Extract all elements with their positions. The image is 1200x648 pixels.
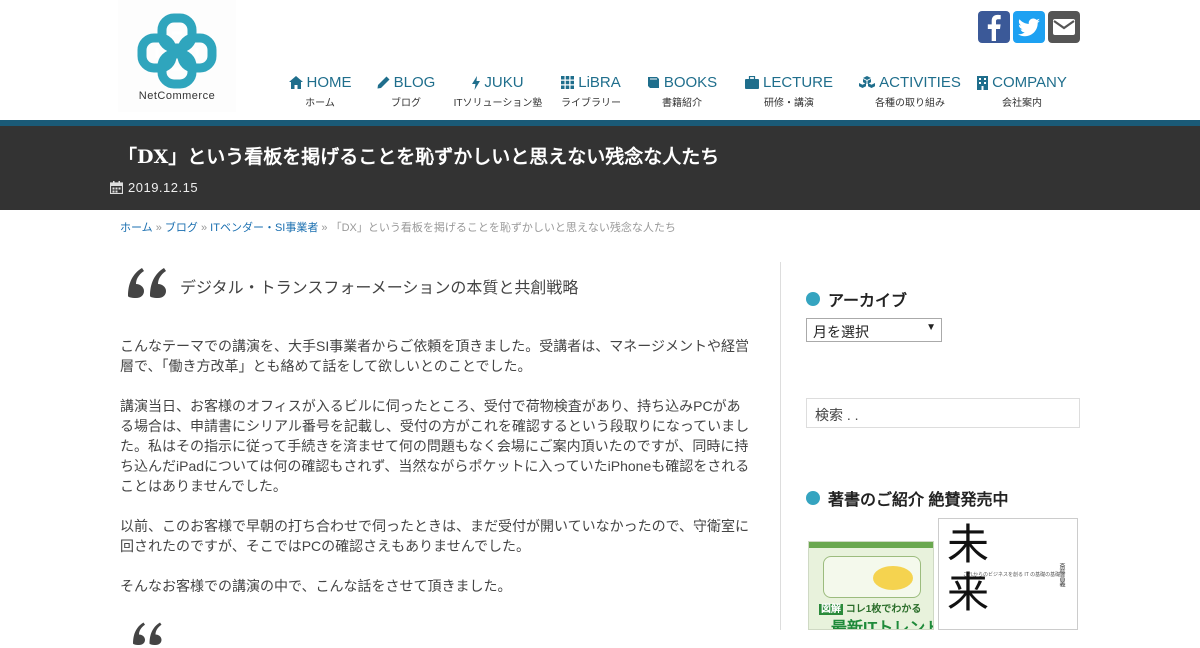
nav-label-blog: BLOG (393, 74, 436, 91)
breadcrumb-sep: » (321, 222, 328, 234)
bolt-icon (472, 75, 481, 90)
article-paragraph: 以前、このお客様で早朝の打ち合わせで伺ったときは、まだ受付が開いていなかったので… (120, 518, 750, 554)
archive-title: アーカイブ (828, 293, 908, 310)
nav-label-activities: ACTIVITIES (879, 74, 961, 91)
briefcase-icon (744, 76, 759, 89)
nav-sub-blog: ブログ (391, 98, 421, 109)
nav-label-juku: JUKU (484, 74, 524, 91)
archive-heading: アーカイブ (806, 287, 907, 311)
bullet-dot-icon (806, 292, 820, 306)
twitter-icon[interactable] (1013, 11, 1045, 43)
cubes-icon (859, 76, 876, 88)
nav-item-books[interactable]: BOOKS 書籍紹介 (634, 60, 730, 116)
dropdown-arrow-icon: ▼ (926, 322, 936, 333)
nav-item-home[interactable]: HOME ホーム (276, 60, 364, 116)
pencil-icon (377, 76, 390, 89)
home-icon (288, 76, 303, 89)
archive-select-value: 月を選択 (813, 324, 869, 340)
post-date: 2019.12.15 (110, 180, 198, 195)
books-heading: 著書のご紹介 絶賛発売中 (806, 486, 1008, 510)
nav-sub-juku: ITソリューション塾 (453, 98, 543, 109)
book-cover-mirai[interactable]: 未来 これからのビジネスを創る IT の基礎の基礎 斎藤昌義 (938, 518, 1078, 630)
nav-sub-activities: 各種の取り組み (875, 98, 945, 109)
nav-sub-lecture: 研修・講演 (764, 98, 814, 109)
building-icon (977, 75, 989, 90)
nav-label-company: COMPANY (992, 74, 1067, 91)
column-divider (780, 262, 781, 630)
post-date-text: 2019.12.15 (128, 180, 199, 195)
quote-mark-icon (128, 268, 166, 298)
site-logo[interactable]: NetCommerce (118, 0, 236, 112)
book1-big-title: 最新ITトレンド (831, 620, 934, 630)
main-nav: HOME ホーム BLOG ブログ JUKU ITソリューション塾 LiBRA … (276, 60, 1096, 116)
breadcrumb-sep: » (155, 222, 162, 234)
breadcrumb-home[interactable]: ホーム (120, 222, 153, 234)
nav-sub-company: 会社案内 (1002, 98, 1042, 109)
bullet-dot-icon (806, 491, 820, 505)
nav-item-libra[interactable]: LiBRA ライブラリー (548, 60, 634, 116)
quote-mark-icon (133, 622, 162, 645)
books-title: 著書のご紹介 絶賛発売中 (828, 492, 1009, 509)
nav-item-juku[interactable]: JUKU ITソリューション塾 (448, 60, 548, 116)
book-icon (647, 77, 659, 88)
article-paragraph: 講演当日、お客様のオフィスが入るビルに伺ったところ、受付で荷物検査があり、持ち込… (120, 398, 750, 494)
article-paragraph: そんなお客様での講演の中で、こんな話をさせて頂きました。 (120, 578, 512, 594)
article-paragraph: こんなテーマでの講演を、大手SI事業者からご依頼を頂きました。受講者は、マネージ… (120, 338, 749, 374)
page-title: 「DX」という看板を掲げることを恥ずかしいと思えない残念な人たち (118, 146, 720, 168)
archive-select[interactable]: 月を選択 ▼ (806, 318, 942, 342)
logo-text: NetCommerce (138, 90, 216, 102)
nav-label-books: BOOKS (663, 74, 718, 91)
nav-sub-books: 書籍紹介 (662, 98, 702, 109)
nav-item-company[interactable]: COMPANY 会社案内 (972, 60, 1072, 116)
nav-item-activities[interactable]: ACTIVITIES 各種の取り組み (848, 60, 972, 116)
nav-label-home: HOME (306, 74, 352, 91)
nav-sub-home: ホーム (305, 98, 335, 109)
breadcrumb: ホーム » ブログ » ITベンダー・SI事業者 » 「DX」という看板を掲げる… (120, 219, 676, 235)
book2-author: 斎藤昌義 (1058, 563, 1064, 587)
search-placeholder: 検索 . . (815, 407, 859, 423)
article-subheading: デジタル・トランスフォーメーションの本質と共創戦略 (180, 280, 579, 297)
book-cover-it-trend[interactable]: 図解 コレ1枚でわかる 最新ITトレンド (808, 541, 934, 630)
calendar-icon (110, 181, 123, 194)
social-links (978, 11, 1080, 43)
search-input[interactable]: 検索 . . (806, 398, 1080, 428)
book2-big-title: 未来 (947, 520, 990, 617)
nav-label-lecture: LECTURE (762, 74, 833, 91)
nav-label-libra: LiBRA (578, 74, 621, 91)
nav-sub-libra: ライブラリー (561, 98, 621, 109)
nav-item-blog[interactable]: BLOG ブログ (364, 60, 448, 116)
grid-icon (561, 76, 575, 89)
mail-icon[interactable] (1048, 11, 1080, 43)
nav-item-lecture[interactable]: LECTURE 研修・講演 (730, 60, 848, 116)
breadcrumb-sep: » (200, 222, 208, 234)
site-header: NetCommerce HOME ホーム BLOG ブログ JUKU ITソリュ… (0, 0, 1200, 120)
facebook-icon[interactable] (978, 11, 1010, 43)
breadcrumb-current: 「DX」という看板を掲げることを恥ずかしいと思えない残念な人たち (330, 222, 676, 234)
logo-mark-icon (137, 13, 217, 89)
book2-subtitle: これからのビジネスを創る IT の基礎の基礎 (963, 572, 1061, 578)
breadcrumb-category[interactable]: ITベンダー・SI事業者 (210, 222, 318, 234)
breadcrumb-blog[interactable]: ブログ (165, 222, 198, 234)
